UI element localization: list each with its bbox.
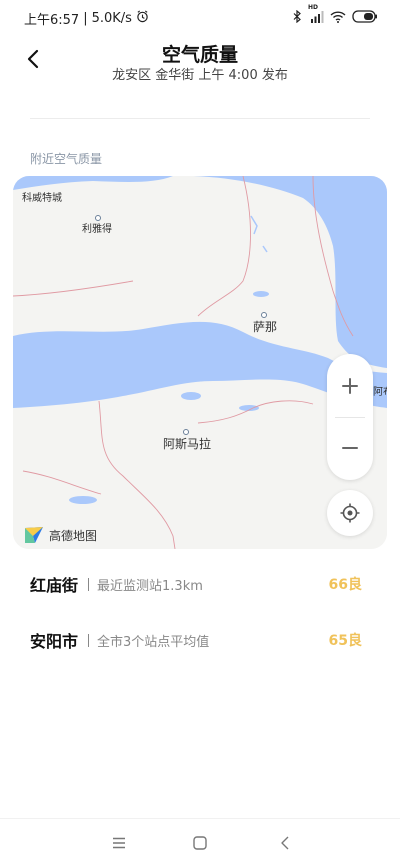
battery-icon bbox=[352, 8, 378, 27]
zoom-control bbox=[327, 354, 373, 480]
menu-icon bbox=[113, 837, 125, 849]
status-left: 上午6:57 | 5.0K/s bbox=[24, 9, 149, 28]
map-view[interactable]: 科威特城 利雅得 萨那 阿斯马拉 阿布扎比 高德地图 bbox=[13, 176, 387, 549]
alarm-icon bbox=[136, 10, 149, 27]
status-right: HD bbox=[293, 4, 378, 27]
home-button[interactable] bbox=[185, 831, 215, 855]
station-name: 红庙街 bbox=[30, 576, 79, 595]
locate-icon bbox=[340, 503, 360, 523]
map-label-riyadh: 利雅得 bbox=[82, 224, 112, 235]
station-name: 安阳市 bbox=[30, 632, 79, 651]
page-subtitle: 龙安区 金华街 上午 4:00 发布 bbox=[112, 68, 288, 83]
map-label-sanaa: 萨那 bbox=[253, 320, 278, 334]
status-bar: 上午6:57 | 5.0K/s HD bbox=[0, 0, 400, 34]
locate-button[interactable] bbox=[327, 490, 373, 536]
menu-button[interactable] bbox=[104, 831, 134, 855]
minus-icon bbox=[342, 447, 358, 449]
home-icon bbox=[193, 836, 207, 850]
back-icon bbox=[281, 836, 289, 850]
zoom-out-button[interactable] bbox=[327, 418, 373, 478]
map-label-kuwait: 科威特城 bbox=[22, 193, 62, 204]
map-label-asmara: 阿斯马拉 bbox=[163, 437, 212, 451]
station-row[interactable]: 安阳市 全市3个站点平均值 65良 bbox=[30, 620, 370, 660]
status-separator: | bbox=[83, 11, 88, 26]
zoom-in-button[interactable] bbox=[327, 356, 373, 416]
plus-icon bbox=[342, 378, 358, 394]
station-desc: 最近监测站1.3km bbox=[97, 578, 203, 594]
status-time: 上午6:57 bbox=[24, 13, 80, 28]
station-row[interactable]: 红庙街 最近监测站1.3km 66良 bbox=[30, 564, 370, 604]
station-aqi: 66良 bbox=[328, 577, 362, 593]
nav-back-button[interactable] bbox=[270, 831, 300, 855]
status-network-speed: 5.0K/s bbox=[91, 11, 132, 26]
map-provider-name: 高德地图 bbox=[49, 528, 98, 543]
signal-icon: HD bbox=[308, 4, 324, 27]
map-provider-logo: 高德地图 bbox=[23, 525, 97, 545]
header-divider bbox=[30, 118, 370, 119]
station-separator bbox=[88, 633, 90, 647]
map-label-abu-dhabi: 阿布扎比 bbox=[373, 387, 387, 398]
station-separator bbox=[88, 577, 90, 591]
bluetooth-icon bbox=[293, 8, 302, 27]
station-desc: 全市3个站点平均值 bbox=[97, 634, 210, 650]
section-title: 附近空气质量 bbox=[30, 152, 103, 166]
amap-logo-icon bbox=[25, 527, 43, 543]
wifi-icon bbox=[330, 8, 346, 27]
system-nav-bar bbox=[0, 818, 400, 866]
station-aqi: 65良 bbox=[328, 633, 362, 649]
page-title: 空气质量 bbox=[161, 44, 238, 66]
signal-badge: HD bbox=[308, 4, 319, 11]
